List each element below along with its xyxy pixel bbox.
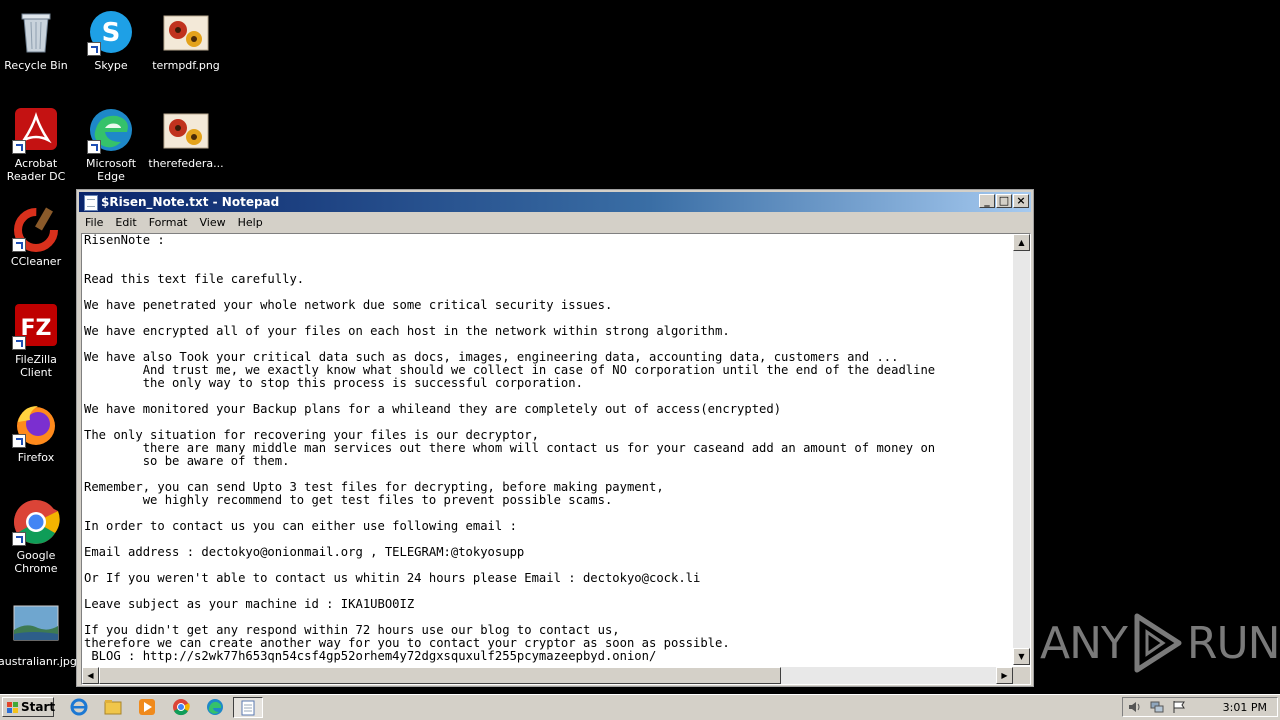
chrome-icon (12, 498, 60, 546)
notepad-icon (241, 700, 255, 716)
vertical-scrollbar[interactable]: ▲ ▼ (1013, 234, 1030, 665)
desktop-icon-label: Microsoft Edge (85, 157, 137, 183)
text-line: Leave subject as your machine id : IKA1U… (84, 597, 415, 611)
desktop-icon-filezilla[interactable]: FZ FileZilla Client (0, 302, 74, 379)
text-editor[interactable]: RisenNote : Read this text file carefully… (81, 233, 1031, 685)
shortcut-arrow-icon (12, 434, 26, 448)
window-title: $Risen_Note.txt - Notepad (101, 195, 280, 209)
desktop-icon-acrobat[interactable]: Acrobat Reader DC (0, 106, 74, 183)
svg-text:S: S (102, 18, 121, 48)
edge-icon (87, 106, 135, 154)
desktop-icon-label: Skype (94, 59, 128, 72)
menu-file[interactable]: File (79, 214, 109, 229)
ie-icon[interactable] (70, 698, 88, 716)
menu-format[interactable]: Format (143, 214, 194, 229)
menu-view[interactable]: View (194, 214, 232, 229)
desktop-icon-label: FileZilla Client (15, 353, 57, 379)
desktop-icon-firefox[interactable]: Firefox (0, 400, 74, 464)
text-line: RisenNote : (84, 234, 165, 247)
text-line: We have penetrated your whole network du… (84, 298, 613, 312)
ccleaner-icon (12, 204, 60, 252)
desktop-icon-label: Recycle Bin (4, 59, 68, 72)
text-line: Or If you weren't able to contact us whi… (84, 571, 701, 585)
scroll-right-button[interactable]: ▶ (996, 667, 1013, 684)
windows-logo-icon (7, 702, 18, 713)
text-line: Read this text file carefully. (84, 272, 305, 286)
firefox-icon (12, 400, 60, 448)
edge-icon[interactable] (206, 698, 224, 716)
menu-edit[interactable]: Edit (109, 214, 142, 229)
desktop-icon-label: Acrobat Reader DC (6, 157, 66, 183)
anyrun-watermark: ANY RUN (1040, 612, 1280, 674)
watermark-text-left: ANY (1040, 617, 1128, 669)
text-line (84, 247, 1012, 260)
scroll-down-button[interactable]: ▼ (1013, 648, 1030, 665)
desktop-icon-label: Google Chrome (14, 549, 58, 575)
text-line: so be aware of them. (84, 454, 290, 468)
play-logo-icon (1134, 613, 1182, 673)
desktop-icon-skype[interactable]: S Skype (73, 8, 149, 72)
desktop-icon-label: australianr.jpg (0, 655, 77, 668)
desktop-icon-therefedera[interactable]: therefedera... (148, 106, 224, 170)
shortcut-arrow-icon (12, 336, 26, 350)
desktop-icon-label: therefedera... (148, 157, 224, 170)
menu-help[interactable]: Help (232, 214, 269, 229)
text-line: Email address : dectokyo@onionmail.org ,… (84, 545, 525, 559)
horizontal-scroll-thumb[interactable] (99, 667, 781, 684)
shortcut-arrow-icon (87, 42, 101, 56)
image-file-icon (162, 8, 210, 56)
start-button[interactable]: Start (2, 697, 56, 717)
notepad-icon (84, 195, 98, 211)
desktop-icon-chrome[interactable]: Google Chrome (0, 498, 74, 575)
start-label: Start (21, 700, 56, 714)
desktop-icon-recycle-bin[interactable]: Recycle Bin (0, 8, 74, 72)
chrome-icon[interactable] (172, 698, 190, 716)
taskbar: Start 3:01 PM (0, 694, 1280, 720)
scroll-up-button[interactable]: ▲ (1013, 234, 1030, 251)
desktop-icon-termpdf[interactable]: termpdf.png (148, 8, 224, 72)
resize-grip[interactable] (1013, 667, 1030, 684)
shortcut-arrow-icon (12, 238, 26, 252)
shortcut-arrow-icon (12, 532, 26, 546)
text-line: We have monitored your Backup plans for … (84, 402, 782, 416)
volume-icon[interactable] (1128, 700, 1142, 714)
system-tray: 3:01 PM (1122, 697, 1278, 717)
scroll-left-button[interactable]: ◀ (82, 667, 99, 684)
action-center-flag-icon[interactable] (1172, 700, 1186, 714)
desktop-icon-ccleaner[interactable]: CCleaner (0, 204, 74, 268)
menu-bar: File Edit Format View Help (79, 214, 1031, 232)
shortcut-arrow-icon (87, 140, 101, 154)
shortcut-arrow-icon (12, 140, 26, 154)
notepad-window: $Risen_Note.txt - Notepad _ □ × File Edit… (76, 189, 1034, 687)
filezilla-icon: FZ (12, 302, 60, 350)
acrobat-icon (12, 106, 60, 154)
text-line: the only way to stop this process is suc… (84, 376, 583, 390)
desktop-icon-label: CCleaner (10, 255, 62, 268)
note-text[interactable]: RisenNote : Read this text file carefully… (84, 234, 1012, 664)
desktop-icon-australianr[interactable]: australianr.jpg (0, 604, 77, 668)
watermark-text-right: RUN (1186, 617, 1280, 669)
close-button[interactable]: × (1013, 194, 1029, 208)
explorer-icon[interactable] (104, 698, 122, 716)
minimize-button[interactable]: _ (979, 194, 995, 208)
text-line: In order to contact us you can either us… (84, 519, 517, 533)
maximize-button[interactable]: □ (996, 194, 1012, 208)
desktop-icon-label: termpdf.png (152, 59, 220, 72)
window-titlebar[interactable]: $Risen_Note.txt - Notepad _ □ × (79, 192, 1031, 212)
skype-icon: S (87, 8, 135, 56)
image-file-icon (12, 604, 60, 652)
network-icon[interactable] (1150, 700, 1164, 714)
image-file-icon (162, 106, 210, 154)
recycle-bin-icon (12, 8, 60, 56)
taskbar-notepad-button[interactable] (233, 697, 263, 718)
desktop-icon-label: Firefox (17, 451, 55, 464)
text-line: BLOG : http://s2wk77h653qn54csf4gp52orhe… (84, 649, 657, 663)
text-line: we highly recommend to get test files to… (84, 493, 613, 507)
clock[interactable]: 3:01 PM (1223, 701, 1267, 714)
media-player-icon[interactable] (138, 698, 156, 716)
desktop-icon-edge[interactable]: Microsoft Edge (73, 106, 149, 183)
horizontal-scrollbar[interactable]: ◀ ▶ (82, 667, 1013, 684)
text-line: We have encrypted all of your files on e… (84, 324, 730, 338)
